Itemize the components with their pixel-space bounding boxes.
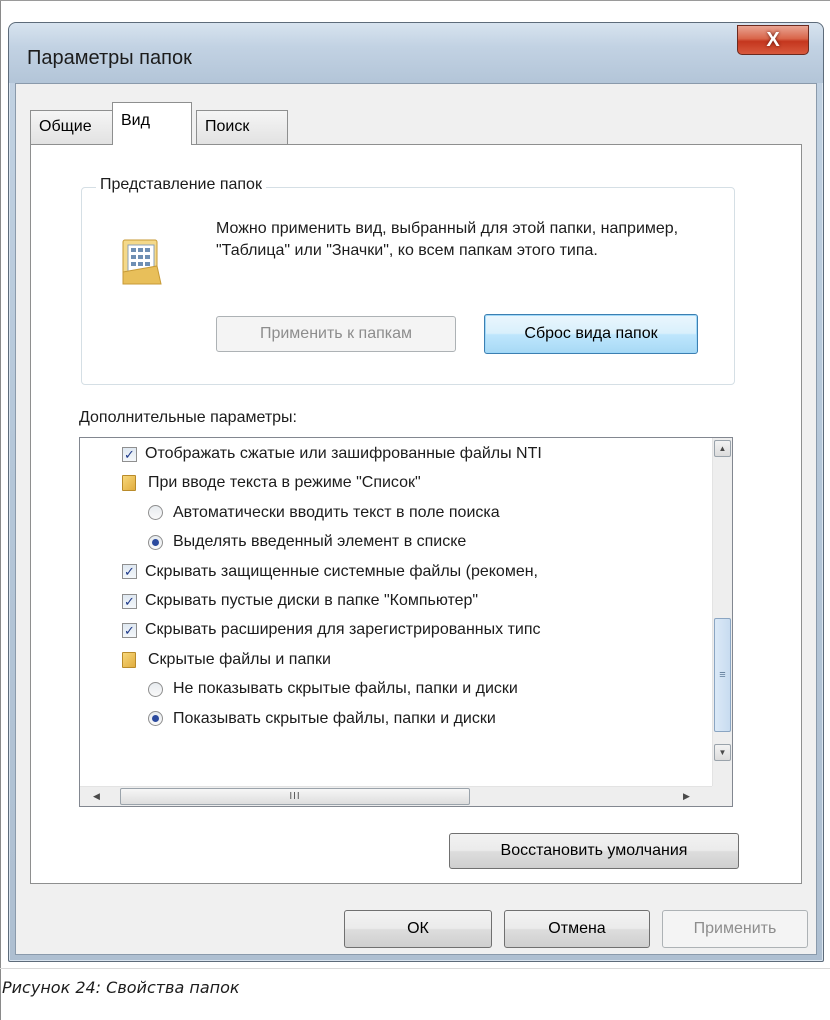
checkbox-checked-icon[interactable]: ✓ xyxy=(122,564,137,580)
scroll-left-arrow-icon[interactable]: ◀ xyxy=(88,788,105,805)
tab-general[interactable]: Общие xyxy=(30,110,114,144)
close-icon: X xyxy=(766,28,780,51)
scroll-right-arrow-icon[interactable]: ▶ xyxy=(678,788,695,805)
ok-button[interactable]: ОК xyxy=(344,910,492,948)
advanced-setting-label: Скрытые файлы и папки xyxy=(148,650,331,668)
folder-views-description: Можно применить вид, выбранный для этой … xyxy=(216,220,679,259)
advanced-setting-label: Показывать скрытые файлы, папки и диски xyxy=(173,709,496,727)
vertical-scroll-thumb[interactable]: ≡ xyxy=(714,618,731,732)
ok-label: ОК xyxy=(407,920,429,937)
scrollbar-corner xyxy=(712,786,732,806)
hscroll-grip-icon: III xyxy=(289,791,301,802)
advanced-setting-row[interactable]: Показывать скрытые файлы, папки и диски xyxy=(148,707,496,731)
advanced-setting-row[interactable]: Не показывать скрытые файлы, папки и дис… xyxy=(148,677,518,701)
reset-folders-label: Сброс вида папок xyxy=(524,325,658,342)
restore-defaults-label: Восстановить умолчания xyxy=(500,842,688,859)
tab-view[interactable]: Вид xyxy=(112,102,192,145)
horizontal-scrollbar[interactable]: ◀ III ▶ xyxy=(80,786,732,806)
advanced-setting-row[interactable]: ✓ Отображать сжатые или зашифрованные фай… xyxy=(122,442,542,466)
dialog-client-area: Общие Вид Поиск Представление папок Можн… xyxy=(15,83,817,955)
figure-caption: Рисунок 24: Свойства папок xyxy=(2,978,240,997)
advanced-setting-row[interactable]: Скрытые файлы и папки xyxy=(122,648,331,672)
checkbox-checked-icon[interactable]: ✓ xyxy=(122,446,137,462)
advanced-settings-label: Дополнительные параметры: xyxy=(79,409,297,426)
apply-to-folders-label: Применить к папкам xyxy=(259,325,413,342)
radio-unselected-icon[interactable] xyxy=(148,505,163,521)
folder-icon xyxy=(122,651,136,668)
restore-defaults-button[interactable]: Восстановить умолчания xyxy=(449,833,739,869)
advanced-setting-label: Автоматически вводить текст в поле поиск… xyxy=(173,503,500,521)
folder-view-icon xyxy=(122,239,162,285)
cancel-label: Отмена xyxy=(548,920,606,937)
advanced-setting-label: Отображать сжатые или зашифрованные файл… xyxy=(145,445,542,462)
apply-label: Применить xyxy=(693,920,777,937)
radio-unselected-icon[interactable] xyxy=(148,681,163,697)
advanced-setting-row[interactable]: Выделять введенный элемент в списке xyxy=(148,530,466,554)
advanced-setting-row[interactable]: Автоматически вводить текст в поле поиск… xyxy=(148,501,500,525)
close-button[interactable]: X xyxy=(737,25,809,55)
reset-folders-button[interactable]: Сброс вида папок xyxy=(484,314,698,354)
advanced-setting-label: Не показывать скрытые файлы, папки и дис… xyxy=(173,680,518,698)
apply-button[interactable]: Применить xyxy=(662,910,808,948)
checkbox-checked-icon[interactable]: ✓ xyxy=(122,622,137,638)
title-bar[interactable]: Параметры папок X xyxy=(9,23,823,83)
window-title: Параметры папок xyxy=(27,47,192,69)
scroll-grip-icon: ≡ xyxy=(719,669,726,681)
scroll-up-arrow-icon[interactable]: ▲ xyxy=(714,440,731,457)
advanced-setting-label: Скрывать пустые диски в папке "Компьютер… xyxy=(145,592,479,609)
tab-search-label: Поиск xyxy=(205,118,250,135)
apply-to-folders-button[interactable]: Применить к папкам xyxy=(216,316,456,352)
advanced-setting-row[interactable]: ✓ Скрывать пустые диски в папке "Компьюте… xyxy=(122,589,478,613)
cancel-button[interactable]: Отмена xyxy=(504,910,650,948)
document-top-border xyxy=(0,0,830,1)
checkbox-checked-icon[interactable]: ✓ xyxy=(122,593,137,609)
advanced-setting-label: При вводе текста в режиме "Список" xyxy=(148,474,421,492)
advanced-setting-label: Скрывать защищенные системные файлы (рек… xyxy=(145,562,538,580)
folder-views-title: Представление папок xyxy=(96,176,266,194)
view-tab-panel: Представление папок Можно применить вид,… xyxy=(30,144,802,884)
advanced-setting-label: Выделять введенный элемент в списке xyxy=(173,533,467,551)
folder-options-dialog: Параметры папок X Общие Вид Поиск Предст… xyxy=(8,22,824,962)
advanced-settings-list[interactable]: ✓ Отображать сжатые или зашифрованные фай… xyxy=(79,437,733,807)
advanced-setting-row[interactable]: При вводе текста в режиме "Список" xyxy=(122,471,421,495)
radio-selected-icon[interactable] xyxy=(148,534,163,550)
caption-separator xyxy=(0,968,830,969)
folder-views-group: Представление папок Можно применить вид,… xyxy=(81,176,735,385)
advanced-setting-row[interactable]: ✓ Скрывать расширения для зарегистрирован… xyxy=(122,618,541,642)
tab-general-label: Общие xyxy=(39,118,92,135)
advanced-setting-row[interactable]: ✓ Скрывать защищенные системные файлы (ре… xyxy=(122,560,538,584)
vertical-scrollbar[interactable]: ▲ ≡ ▼ xyxy=(712,438,732,786)
horizontal-scroll-thumb[interactable]: III xyxy=(120,788,470,805)
folder-icon xyxy=(122,475,136,492)
scroll-down-arrow-icon[interactable]: ▼ xyxy=(714,744,731,761)
radio-selected-icon[interactable] xyxy=(148,711,163,727)
tab-view-label: Вид xyxy=(121,112,150,129)
advanced-setting-label: Скрывать расширения для зарегистрированн… xyxy=(145,621,541,639)
tab-search[interactable]: Поиск xyxy=(196,110,288,144)
